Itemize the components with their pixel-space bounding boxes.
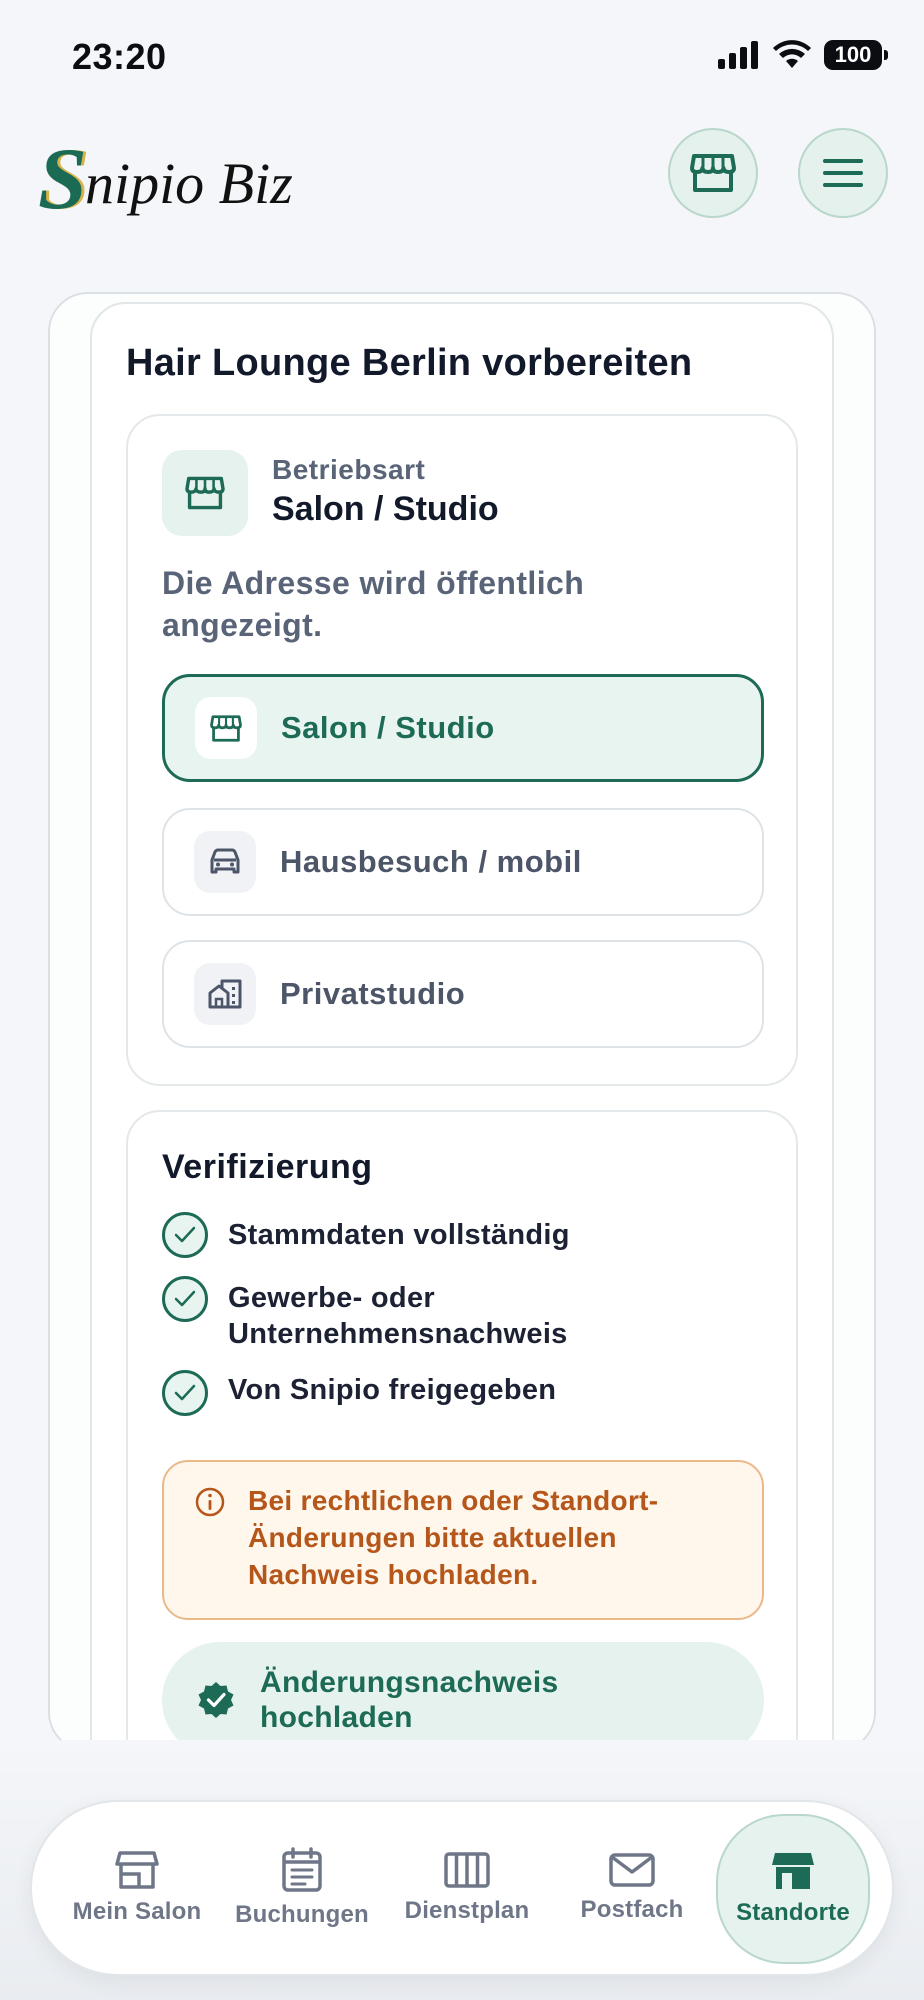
- status-time: 23:20: [72, 36, 167, 77]
- check-circle-icon: [162, 1212, 208, 1258]
- nav-standorte[interactable]: Standorte: [716, 1814, 870, 1964]
- verification-item-label: Von Snipio freigegeben: [228, 1374, 557, 1406]
- car-icon: [210, 848, 240, 874]
- mail-icon: [609, 1853, 655, 1887]
- business-type-icon-box: [162, 450, 248, 536]
- hamburger-menu-icon: [823, 159, 863, 187]
- nav-buchungen[interactable]: Buchungen: [227, 1820, 377, 1956]
- info-icon: [195, 1487, 225, 1517]
- nav-label: Buchungen: [235, 1901, 369, 1928]
- status-icons: 100: [718, 40, 888, 70]
- verification-item: Gewerbe- oder Unternehmensnachweis: [162, 1276, 648, 1352]
- status-bar: 23:20 100: [0, 0, 924, 120]
- setup-card: Hair Lounge Berlin vorbereiten Betriebsa…: [90, 302, 834, 1750]
- signal-icon: [718, 41, 758, 69]
- business-type-value: Salon / Studio: [272, 490, 499, 528]
- option-icon-box: [194, 963, 256, 1025]
- shop-button[interactable]: [668, 128, 758, 218]
- verification-item: Stammdaten vollständig: [162, 1212, 648, 1258]
- option-hausbesuch-mobil[interactable]: Hausbesuch / mobil: [162, 808, 764, 916]
- verification-item: Von Snipio freigegeben: [162, 1370, 648, 1416]
- option-icon-box: [194, 831, 256, 893]
- check-circle-icon: [162, 1370, 208, 1416]
- nav-dienstplan[interactable]: Dienstplan: [392, 1820, 542, 1956]
- check-circle-icon: [162, 1276, 208, 1322]
- page-title: Hair Lounge Berlin vorbereiten: [126, 342, 693, 384]
- menu-button[interactable]: [798, 128, 888, 218]
- app-header: S nipio Biz: [0, 120, 924, 240]
- nav-label: Dienstplan: [404, 1897, 530, 1924]
- upload-proof-label: Änderungsnachweis hochladen: [260, 1666, 559, 1734]
- option-icon-box: [195, 697, 257, 759]
- app-logo: S nipio Biz: [38, 130, 293, 230]
- option-label: Privatstudio: [280, 976, 466, 1011]
- store-icon: [115, 1851, 159, 1889]
- verified-badge-icon: [198, 1682, 234, 1718]
- verification-item-label: Stammdaten vollständig: [228, 1219, 570, 1251]
- nav-label: Standorte: [736, 1899, 850, 1926]
- verification-section: Verifizierung Stammdaten vollständig Gew…: [126, 1110, 798, 1750]
- storefront-icon: [690, 154, 736, 192]
- logo-text: nipio Biz: [84, 150, 293, 216]
- storefront-filled-icon: [772, 1853, 814, 1889]
- option-label: Salon / Studio: [281, 710, 495, 745]
- logo-letter: S: [38, 131, 87, 228]
- verification-title: Verifizierung: [162, 1148, 373, 1186]
- storefront-icon: [210, 714, 242, 742]
- option-salon-studio[interactable]: Salon / Studio: [162, 674, 764, 782]
- upload-proof-button[interactable]: Änderungsnachweis hochladen: [162, 1642, 764, 1750]
- business-type-description: Die Adresse wird öffentlich angezeigt.: [162, 565, 585, 643]
- nav-label: Mein Salon: [72, 1898, 202, 1925]
- wifi-icon: [773, 40, 811, 68]
- nav-label: Postfach: [580, 1896, 684, 1923]
- schedule-columns-icon: [444, 1852, 490, 1888]
- option-privatstudio[interactable]: Privatstudio: [162, 940, 764, 1048]
- storefront-icon: [185, 476, 225, 510]
- calendar-icon: [282, 1847, 322, 1892]
- notice-text: Bei rechtlichen oder Standort-Änderungen…: [248, 1485, 659, 1590]
- battery-indicator: 100: [824, 40, 888, 70]
- business-type-label: Betriebsart: [272, 454, 426, 485]
- notice-box: Bei rechtlichen oder Standort-Änderungen…: [162, 1460, 764, 1620]
- content-panel[interactable]: Hair Lounge Berlin vorbereiten Betriebsa…: [48, 292, 876, 1752]
- option-label: Hausbesuch / mobil: [280, 844, 582, 879]
- building-icon: [208, 979, 242, 1009]
- verification-item-label: Gewerbe- oder Unternehmensnachweis: [228, 1282, 568, 1350]
- business-type-section: Betriebsart Salon / Studio Die Adresse w…: [126, 414, 798, 1086]
- nav-postfach[interactable]: Postfach: [557, 1820, 707, 1956]
- nav-mein-salon[interactable]: Mein Salon: [62, 1820, 212, 1956]
- bottom-navigation: Mein Salon Buchungen Dienstplan Postfach…: [30, 1800, 894, 1976]
